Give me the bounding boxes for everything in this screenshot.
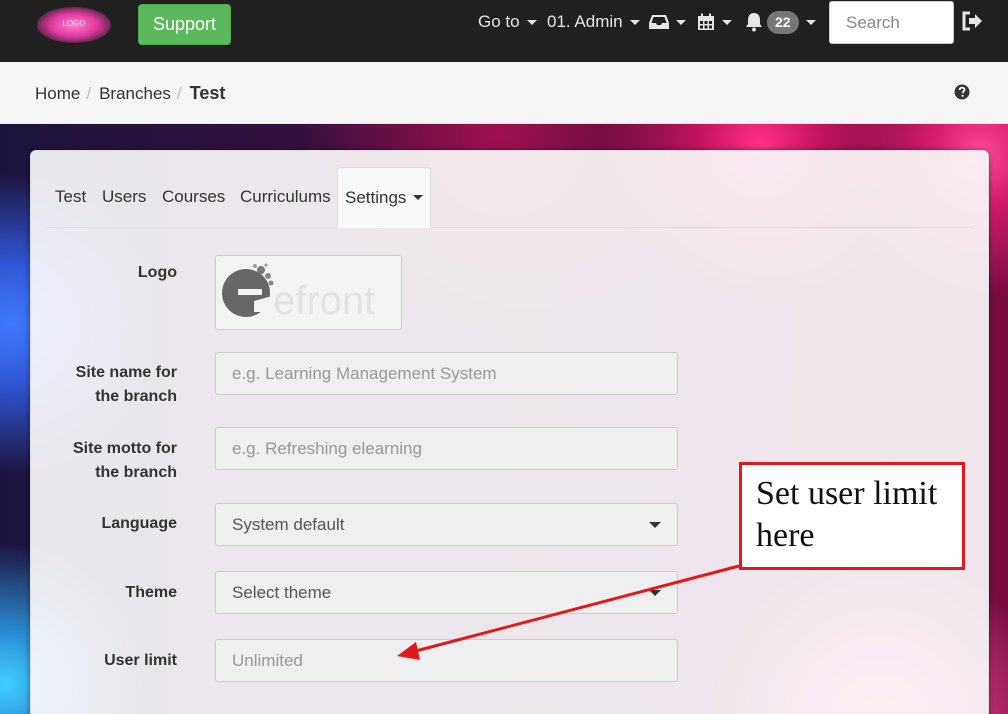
logo-label: Logo bbox=[137, 264, 177, 281]
notifications-menu[interactable]: 22 bbox=[744, 0, 816, 44]
breadcrumb-branches[interactable]: Branches bbox=[99, 84, 171, 104]
branch-tabs: Test Users Courses Curriculums Settings bbox=[47, 167, 973, 228]
language-select[interactable]: System default bbox=[215, 503, 678, 546]
notifications-count-badge: 22 bbox=[767, 10, 799, 34]
inbox-icon bbox=[649, 14, 669, 30]
language-label: Language bbox=[101, 515, 177, 532]
chevron-down-icon bbox=[722, 19, 732, 25]
chevron-down-icon bbox=[526, 19, 537, 25]
goto-label: Go to bbox=[478, 12, 520, 31]
tab-curriculums[interactable]: Curriculums bbox=[240, 167, 331, 227]
site-motto-input[interactable]: e.g. Refreshing elearning bbox=[215, 427, 678, 470]
user-label: 01. Admin bbox=[547, 12, 623, 31]
top-navbar: LOGO Support Go to 01. Admin 22 bbox=[0, 0, 1008, 62]
theme-label: Theme bbox=[125, 584, 177, 601]
efront-logo-image: efront bbox=[222, 263, 375, 323]
logout-icon[interactable] bbox=[962, 11, 984, 36]
chevron-down-icon bbox=[413, 195, 424, 200]
theme-select[interactable]: Select theme bbox=[215, 571, 678, 614]
annotation-line-2: here bbox=[756, 517, 815, 554]
breadcrumb-separator: / bbox=[176, 83, 182, 103]
site-name-label: Site name for the branch bbox=[75, 364, 177, 405]
breadcrumb-current: Test bbox=[189, 83, 226, 103]
branch-settings-panel: Test Users Courses Curriculums Settings … bbox=[30, 150, 989, 714]
help-icon[interactable] bbox=[954, 84, 970, 105]
calendar-icon bbox=[697, 13, 715, 31]
chevron-down-icon bbox=[805, 19, 816, 25]
user-menu[interactable]: 01. Admin bbox=[547, 0, 640, 44]
annotation-callout: Set user limit here bbox=[739, 462, 965, 570]
brand-logo-text: LOGO bbox=[62, 19, 86, 28]
breadcrumb-bar: Home / Branches / Test bbox=[0, 62, 1008, 124]
breadcrumb-separator: / bbox=[86, 83, 92, 103]
chevron-down-icon bbox=[649, 589, 661, 596]
chevron-down-icon bbox=[676, 19, 686, 25]
brand-logo[interactable]: LOGO bbox=[37, 7, 111, 43]
user-limit-label: User limit bbox=[104, 652, 177, 669]
site-motto-label: Site motto for the branch bbox=[73, 440, 177, 481]
tab-test[interactable]: Test bbox=[55, 167, 86, 227]
breadcrumb: Home / Branches / Test bbox=[35, 83, 225, 104]
bell-icon bbox=[744, 12, 764, 32]
tab-courses[interactable]: Courses bbox=[162, 167, 225, 227]
efront-wordmark: efront bbox=[273, 279, 375, 323]
logo-upload[interactable]: efront bbox=[215, 255, 402, 330]
calendar-menu[interactable] bbox=[697, 0, 732, 44]
site-name-input[interactable]: e.g. Learning Management System bbox=[215, 352, 678, 395]
tab-users[interactable]: Users bbox=[102, 167, 146, 227]
search-input[interactable] bbox=[829, 1, 954, 44]
chevron-down-icon bbox=[649, 521, 661, 528]
annotation-line-1: Set user limit bbox=[756, 475, 938, 512]
support-button[interactable]: Support bbox=[138, 4, 231, 45]
tab-settings-label: Settings bbox=[345, 187, 407, 207]
user-limit-input[interactable]: Unlimited bbox=[215, 639, 678, 682]
chevron-down-icon bbox=[629, 19, 640, 25]
goto-menu[interactable]: Go to bbox=[478, 0, 537, 44]
breadcrumb-home[interactable]: Home bbox=[35, 84, 80, 104]
tab-settings[interactable]: Settings bbox=[337, 167, 432, 228]
inbox-menu[interactable] bbox=[649, 0, 686, 44]
